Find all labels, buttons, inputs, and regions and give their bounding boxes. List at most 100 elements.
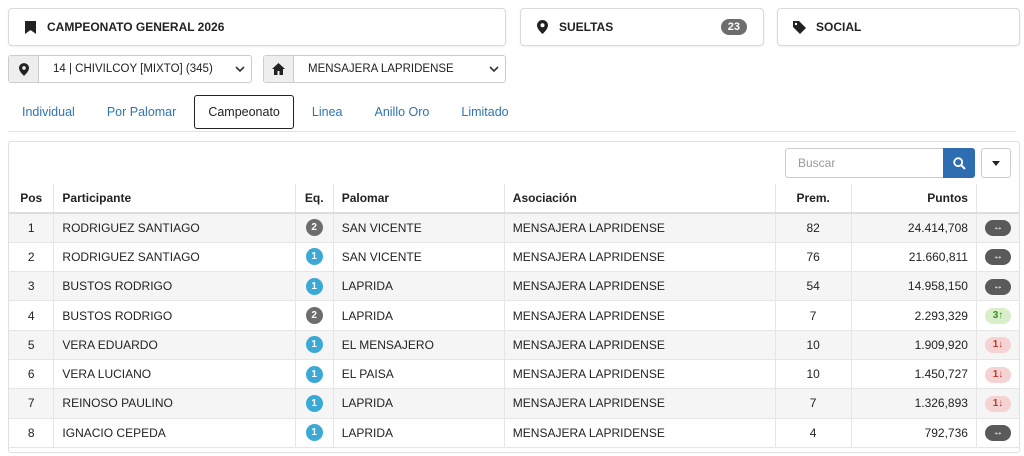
- table-row[interactable]: 6 VERA LUCIANO 1 EL PAISA MENSAJERA LAPRIDEN…: [9, 359, 1019, 390]
- cell-palomar: EL PAISA: [333, 359, 505, 390]
- col-header-asociacion[interactable]: Asociación: [504, 184, 776, 214]
- cell-pos: 8: [9, 418, 55, 448]
- eq-badge: 1: [305, 277, 323, 295]
- tab-individual[interactable]: Individual: [8, 95, 89, 129]
- cell-participante: VERA EDUARDO: [53, 330, 296, 360]
- cell-eq: 1: [295, 418, 334, 448]
- map-marker-icon: [9, 56, 39, 82]
- cell-pos: 7: [9, 388, 55, 419]
- eq-badge: 1: [305, 424, 323, 442]
- cell-eq: 2: [295, 213, 334, 243]
- options-dropdown-button[interactable]: [981, 148, 1011, 178]
- cell-eq: 1: [295, 359, 334, 390]
- social-label: SOCIAL: [816, 20, 862, 34]
- tab-por-palomar[interactable]: Por Palomar: [93, 95, 190, 129]
- cell-puntos: 792,736: [851, 418, 977, 448]
- search-button[interactable]: [943, 148, 975, 178]
- location-select-value: 14 | CHIVILCOY [MIXTO] (345): [53, 63, 213, 75]
- ranking-table: Pos Participante Eq. Palomar Asociación …: [9, 184, 1019, 448]
- cell-participante: BUSTOS RODRIGO: [53, 271, 296, 302]
- cell-trend: 1↓: [976, 388, 1019, 419]
- eq-badge: 1: [305, 248, 323, 266]
- cell-prem: 54: [775, 271, 852, 302]
- cell-trend: ↔: [976, 418, 1019, 448]
- cell-palomar: SAN VICENTE: [333, 242, 505, 273]
- cell-eq: 1: [295, 242, 334, 273]
- eq-badge: 1: [305, 336, 323, 354]
- cell-prem: 4: [775, 418, 852, 448]
- col-header-trend: [976, 184, 1019, 214]
- cell-pos: 2: [9, 242, 55, 273]
- cell-pos: 4: [9, 300, 55, 331]
- cell-puntos: 1.450,727: [851, 359, 977, 390]
- table-row[interactable]: 4 BUSTOS RODRIGO 2 LAPRIDA MENSAJERA LAPRIDE…: [9, 300, 1019, 331]
- col-header-palomar[interactable]: Palomar: [333, 184, 505, 214]
- cell-puntos: 1.909,920: [851, 330, 977, 360]
- cell-puntos: 2.293,329: [851, 300, 977, 331]
- table-toolbar: Buscar: [785, 148, 1011, 178]
- tab-campeonato[interactable]: Campeonato: [194, 94, 294, 129]
- trend-badge[interactable]: 1↓: [984, 366, 1011, 383]
- cell-asociacion: MENSAJERA LAPRIDENSE: [504, 418, 776, 448]
- cell-participante: RODRIGUEZ SANTIAGO: [53, 213, 296, 243]
- cell-palomar: LAPRIDA: [333, 418, 505, 448]
- eq-badge: 1: [305, 394, 323, 412]
- cell-palomar: LAPRIDA: [333, 271, 505, 302]
- cell-asociacion: MENSAJERA LAPRIDENSE: [504, 271, 776, 302]
- cell-participante: VERA LUCIANO: [53, 359, 296, 390]
- col-header-eq[interactable]: Eq.: [295, 184, 334, 214]
- cell-pos: 6: [9, 359, 55, 390]
- cell-participante: REINOSO PAULINO: [53, 388, 296, 419]
- col-header-pos[interactable]: Pos: [9, 184, 55, 214]
- cell-prem: 82: [775, 213, 852, 243]
- campeonato-title: CAMPEONATO GENERAL 2026: [47, 20, 225, 34]
- trend-badge[interactable]: 3↑: [984, 308, 1011, 325]
- search-input[interactable]: Buscar: [785, 148, 943, 178]
- eq-badge: 2: [305, 219, 323, 237]
- cell-asociacion: MENSAJERA LAPRIDENSE: [504, 330, 776, 360]
- tab-linea[interactable]: Linea: [298, 95, 357, 129]
- cell-trend: 1↓: [976, 330, 1019, 360]
- trend-badge[interactable]: 1↓: [984, 395, 1011, 412]
- cell-trend: 3↑: [976, 300, 1019, 331]
- cell-pos: 1: [9, 213, 55, 243]
- map-marker-icon: [535, 20, 549, 34]
- col-header-prem[interactable]: Prem.: [775, 184, 852, 214]
- cell-puntos: 1.326,893: [851, 388, 977, 419]
- trend-badge[interactable]: 1↓: [984, 337, 1011, 354]
- club-select[interactable]: MENSAJERA LAPRIDENSE: [263, 55, 506, 83]
- table-row[interactable]: 2 RODRIGUEZ SANTIAGO 1 SAN VICENTE MENSAJERA…: [9, 242, 1019, 273]
- trend-badge[interactable]: ↔: [984, 220, 1011, 237]
- campeonato-card[interactable]: CAMPEONATO GENERAL 2026: [8, 8, 506, 46]
- trend-badge[interactable]: ↔: [984, 249, 1011, 266]
- tab-limitado[interactable]: Limitado: [447, 95, 522, 129]
- cell-asociacion: MENSAJERA LAPRIDENSE: [504, 359, 776, 390]
- table-row[interactable]: 7 REINOSO PAULINO 1 LAPRIDA MENSAJERA LAPRID…: [9, 388, 1019, 419]
- location-select[interactable]: 14 | CHIVILCOY [MIXTO] (345): [8, 55, 252, 83]
- cell-puntos: 24.414,708: [851, 213, 977, 243]
- cell-palomar: LAPRIDA: [333, 300, 505, 331]
- cell-pos: 3: [9, 271, 55, 302]
- trend-badge[interactable]: ↔: [984, 425, 1011, 442]
- table-row[interactable]: 8 IGNACIO CEPEDA 1 LAPRIDA MENSAJERA LAPRIDE…: [9, 418, 1019, 448]
- cell-eq: 1: [295, 388, 334, 419]
- table-row[interactable]: 5 VERA EDUARDO 1 EL MENSAJERO MENSAJERA LAPR…: [9, 330, 1019, 360]
- table-row[interactable]: 1 RODRIGUEZ SANTIAGO 2 SAN VICENTE MENSAJERA…: [9, 213, 1019, 243]
- cell-participante: BUSTOS RODRIGO: [53, 300, 296, 331]
- cell-prem: 10: [775, 330, 852, 360]
- caret-down-icon: [992, 160, 1000, 166]
- table-row[interactable]: 3 BUSTOS RODRIGO 1 LAPRIDA MENSAJERA LAPRIDE…: [9, 271, 1019, 302]
- cell-palomar: LAPRIDA: [333, 388, 505, 419]
- cell-puntos: 21.660,811: [851, 242, 977, 273]
- cell-trend: ↔: [976, 242, 1019, 273]
- tab-anillo-oro[interactable]: Anillo Oro: [360, 95, 443, 129]
- col-header-puntos[interactable]: Puntos: [851, 184, 977, 214]
- chevron-down-icon: [229, 56, 251, 82]
- cell-prem: 7: [775, 300, 852, 331]
- col-header-participante[interactable]: Participante: [53, 184, 296, 214]
- cell-participante: IGNACIO CEPEDA: [53, 418, 296, 448]
- social-card[interactable]: SOCIAL: [777, 8, 1020, 46]
- cell-asociacion: MENSAJERA LAPRIDENSE: [504, 300, 776, 331]
- trend-badge[interactable]: ↔: [984, 278, 1011, 295]
- sueltas-card[interactable]: SUELTAS 23: [520, 8, 764, 46]
